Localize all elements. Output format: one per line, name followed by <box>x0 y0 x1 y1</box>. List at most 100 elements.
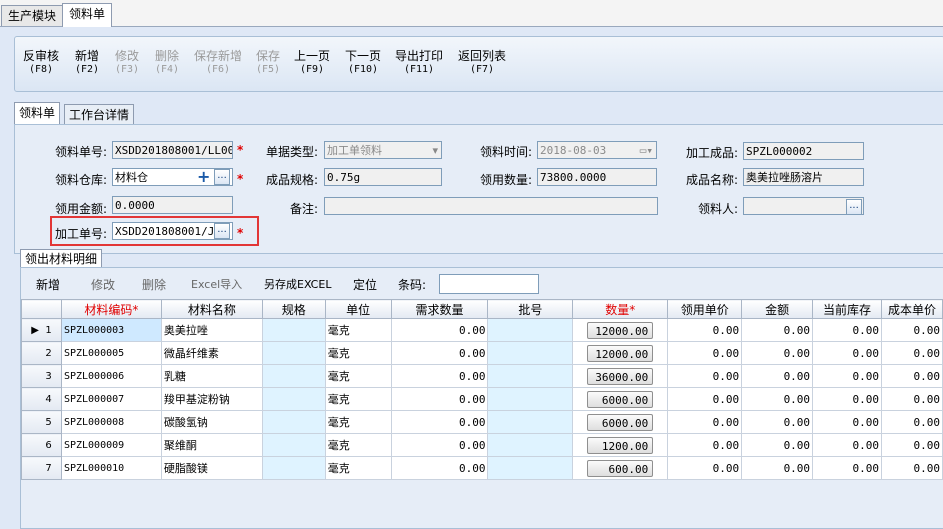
cell-need[interactable]: 0.00 <box>390 456 489 480</box>
cell-stock[interactable]: 0.00 <box>812 433 882 457</box>
qty-button[interactable]: 6000.00 <box>587 413 654 431</box>
cell-price[interactable]: 0.00 <box>667 318 743 342</box>
cell-unit[interactable]: 毫克 <box>324 410 392 434</box>
tab-requisition-form[interactable]: 领料单 <box>14 102 61 125</box>
cell-unit[interactable]: 毫克 <box>324 341 392 365</box>
cell-code[interactable]: SPZL000005 <box>60 341 162 365</box>
cell-need[interactable]: 0.00 <box>390 433 489 457</box>
order-no-field[interactable]: XSDD201808001/LL002 <box>112 141 233 159</box>
cell-batch[interactable] <box>487 364 574 388</box>
locate-button[interactable]: 定位 <box>353 275 377 295</box>
cell-need[interactable]: 0.00 <box>390 318 489 342</box>
cell-amount[interactable]: 0.00 <box>741 364 814 388</box>
cell-code[interactable]: SPZL000010 <box>60 456 162 480</box>
detail-delete-button[interactable]: 删除 <box>142 275 166 295</box>
cell-stock[interactable]: 0.00 <box>812 387 882 411</box>
col-amount[interactable]: 金额 <box>741 299 814 319</box>
cell-cost[interactable]: 0.00 <box>880 318 943 342</box>
amount-field[interactable]: 0.0000 <box>112 196 233 214</box>
cell-price[interactable]: 0.00 <box>667 387 743 411</box>
cell-unit[interactable]: 毫克 <box>324 387 392 411</box>
job-no-lookup-button[interactable]: ... <box>214 223 230 239</box>
barcode-input[interactable] <box>439 274 539 294</box>
cell-price[interactable]: 0.00 <box>667 433 743 457</box>
cell-amount[interactable]: 0.00 <box>741 341 814 365</box>
qty-button[interactable]: 6000.00 <box>587 390 654 408</box>
cell-cost[interactable]: 0.00 <box>880 410 943 434</box>
next-page-button[interactable]: 下一页 (F10) <box>345 49 381 77</box>
cell-amount[interactable]: 0.00 <box>741 318 814 342</box>
cell-spec[interactable] <box>261 456 326 480</box>
save-button[interactable]: 保存 (F5) <box>256 49 280 77</box>
cell-stock[interactable]: 0.00 <box>812 341 882 365</box>
cell-batch[interactable] <box>487 318 574 342</box>
prev-page-button[interactable]: 上一页 (F9) <box>294 49 330 77</box>
qty-button[interactable]: 36000.00 <box>587 367 654 385</box>
qty-field[interactable]: 73800.0000 <box>537 168 657 186</box>
detail-edit-button[interactable]: 修改 <box>91 275 115 295</box>
row-header[interactable]: ▶ 1 <box>21 318 62 342</box>
doc-type-select[interactable]: 加工单领料 ▾ <box>324 141 442 159</box>
cell-amount[interactable]: 0.00 <box>741 410 814 434</box>
delete-button[interactable]: 删除 (F4) <box>155 49 179 77</box>
excel-import-button[interactable]: Excel导入 <box>191 275 242 295</box>
cell-code[interactable]: SPZL000009 <box>60 433 162 457</box>
cell-batch[interactable] <box>487 456 574 480</box>
cell-unit[interactable]: 毫克 <box>324 364 392 388</box>
cell-code[interactable]: SPZL000008 <box>60 410 162 434</box>
qty-button[interactable]: 12000.00 <box>587 344 654 362</box>
product-name-field[interactable]: 奥美拉唑肠溶片 <box>743 168 864 186</box>
row-header[interactable]: ▶ 7 <box>21 456 62 480</box>
cell-qty[interactable]: 6000.00 <box>572 410 669 434</box>
col-name[interactable]: 材料名称 <box>160 299 263 319</box>
cell-price[interactable]: 0.00 <box>667 410 743 434</box>
new-button[interactable]: 新增 (F2) <box>75 49 99 77</box>
col-qty[interactable]: 数量* <box>572 299 669 319</box>
time-field[interactable]: 2018-08-03 ▭▾ <box>537 141 657 159</box>
col-price[interactable]: 领用单价 <box>667 299 743 319</box>
picker-lookup-button[interactable]: ... <box>846 199 862 215</box>
cell-qty[interactable]: 6000.00 <box>572 387 669 411</box>
cell-name[interactable]: 微晶纤维素 <box>160 341 263 365</box>
col-batch[interactable]: 批号 <box>487 299 574 319</box>
cell-amount[interactable]: 0.00 <box>741 456 814 480</box>
cell-spec[interactable] <box>261 341 326 365</box>
detail-add-button[interactable]: 新增 <box>36 275 60 295</box>
cell-name[interactable]: 聚维酮 <box>160 433 263 457</box>
product-field[interactable]: SPZL000002 <box>743 142 864 160</box>
cell-name[interactable]: 奥美拉唑 <box>160 318 263 342</box>
cell-need[interactable]: 0.00 <box>390 410 489 434</box>
table-row[interactable]: ▶ 7 SPZL000010 硬脂酸镁 毫克 0.00 600.00 0.00 … <box>21 456 943 480</box>
table-row[interactable]: ▶ 4 SPZL000007 羧甲基淀粉钠 毫克 0.00 6000.00 0.… <box>21 387 943 411</box>
cell-amount[interactable]: 0.00 <box>741 433 814 457</box>
export-print-button[interactable]: 导出打印 (F11) <box>395 49 443 77</box>
cell-name[interactable]: 硬脂酸镁 <box>160 456 263 480</box>
cell-need[interactable]: 0.00 <box>390 341 489 365</box>
remark-field[interactable] <box>324 197 658 215</box>
cell-need[interactable]: 0.00 <box>390 364 489 388</box>
cell-batch[interactable] <box>487 341 574 365</box>
cell-price[interactable]: 0.00 <box>667 364 743 388</box>
cell-qty[interactable]: 12000.00 <box>572 318 669 342</box>
cell-unit[interactable]: 毫克 <box>324 456 392 480</box>
cell-unit[interactable]: 毫克 <box>324 433 392 457</box>
col-spec[interactable]: 规格 <box>261 299 326 319</box>
cell-batch[interactable] <box>487 433 574 457</box>
col-need[interactable]: 需求数量 <box>390 299 489 319</box>
cell-qty[interactable]: 36000.00 <box>572 364 669 388</box>
row-header[interactable]: ▶ 2 <box>21 341 62 365</box>
warehouse-lookup-button[interactable]: ... <box>214 169 230 185</box>
cell-stock[interactable]: 0.00 <box>812 410 882 434</box>
cell-batch[interactable] <box>487 410 574 434</box>
col-stock[interactable]: 当前库存 <box>812 299 882 319</box>
table-row[interactable]: ▶ 5 SPZL000008 碳酸氢钠 毫克 0.00 6000.00 0.00… <box>21 410 943 434</box>
cell-spec[interactable] <box>261 410 326 434</box>
tab-requisition[interactable]: 领料单 <box>62 3 113 27</box>
cell-name[interactable]: 碳酸氢钠 <box>160 410 263 434</box>
row-header[interactable]: ▶ 3 <box>21 364 62 388</box>
cell-cost[interactable]: 0.00 <box>880 456 943 480</box>
cell-qty[interactable]: 1200.00 <box>572 433 669 457</box>
qty-button[interactable]: 12000.00 <box>587 321 654 339</box>
cell-stock[interactable]: 0.00 <box>812 318 882 342</box>
cell-price[interactable]: 0.00 <box>667 341 743 365</box>
